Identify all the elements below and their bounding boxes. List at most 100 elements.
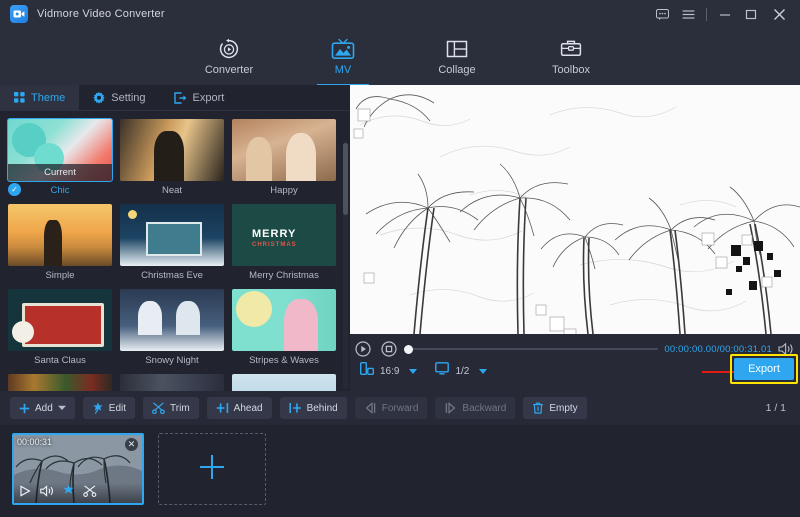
close-icon[interactable] — [764, 0, 794, 28]
theme-item-partial[interactable] — [232, 374, 336, 391]
theme-selected-check-icon: ✓ — [8, 183, 21, 196]
seek-handle[interactable] — [404, 345, 413, 354]
button-label: Backward — [462, 403, 506, 414]
collage-icon — [446, 36, 468, 61]
theme-item-partial[interactable] — [8, 374, 112, 391]
titlebar-separator — [706, 8, 707, 21]
app-title: Vidmore Video Converter — [37, 8, 165, 20]
seek-slider[interactable] — [404, 342, 658, 356]
theme-item-simple[interactable]: Simple — [8, 204, 112, 283]
button-label: Add — [35, 403, 53, 414]
theme-item-neat[interactable]: Neat — [120, 119, 224, 198]
theme-thumbnail — [232, 204, 336, 266]
theme-row: Simple Christmas Eve Merry Christmas — [8, 204, 340, 283]
gear-icon — [93, 92, 105, 104]
chevron-down-icon[interactable] — [479, 369, 487, 374]
theme-thumbnail — [120, 204, 224, 266]
stop-button[interactable] — [376, 341, 402, 357]
clip-duration: 00:00:31 — [17, 437, 52, 447]
subtab-theme[interactable]: Theme — [0, 85, 79, 110]
scissors-icon[interactable] — [83, 484, 97, 502]
subtab-label: Theme — [31, 92, 65, 104]
subtab-setting[interactable]: Setting — [79, 85, 159, 110]
magic-wand-icon[interactable] — [62, 484, 75, 502]
menu-icon[interactable] — [675, 0, 701, 28]
panel-subtabs: Theme Setting Export — [0, 85, 350, 111]
tab-label: MV — [335, 64, 352, 76]
theme-art — [232, 289, 336, 351]
backward-button[interactable]: Backward — [435, 397, 515, 419]
plus-icon — [19, 403, 30, 414]
theme-label: Chic — [8, 185, 112, 198]
theme-item-snowy-night[interactable]: Snowy Night — [120, 289, 224, 368]
play-icon[interactable] — [19, 484, 32, 502]
app-logo — [10, 5, 28, 23]
preview-frame — [350, 85, 800, 334]
chevron-down-icon[interactable] — [58, 405, 66, 411]
theme-thumbnail — [120, 119, 224, 181]
theme-item-merry-christmas[interactable]: Merry Christmas — [232, 204, 336, 283]
plus-icon — [198, 453, 226, 486]
volume-icon[interactable] — [40, 484, 54, 502]
application-window: Vidmore Video Converter — [0, 0, 800, 517]
theme-item-happy[interactable]: Happy — [232, 119, 336, 198]
theme-label: Christmas Eve — [120, 270, 224, 283]
button-label: Behind — [307, 403, 338, 414]
add-button[interactable]: Add — [10, 397, 75, 419]
play-button[interactable] — [350, 341, 376, 357]
theme-thumbnail — [232, 289, 336, 351]
subtab-export[interactable]: Export — [160, 85, 239, 110]
minimize-icon[interactable] — [712, 0, 738, 28]
page-counter: 1 / 1 — [766, 391, 786, 425]
edit-button[interactable]: Edit — [83, 397, 135, 419]
theme-thumbnail: Current — [8, 119, 112, 181]
button-label: Ahead — [234, 403, 263, 414]
theme-item-santa-claus[interactable]: Santa Claus — [8, 289, 112, 368]
video-preview[interactable] — [350, 85, 800, 334]
scissors-icon — [152, 402, 165, 414]
forward-button[interactable]: Forward — [355, 397, 428, 419]
maximize-icon[interactable] — [738, 0, 764, 28]
title-bar: Vidmore Video Converter — [0, 0, 800, 28]
chevron-down-icon[interactable] — [409, 369, 417, 374]
aspect-ratio-selector[interactable]: 16:9 — [360, 362, 417, 380]
theme-item-stripes-waves[interactable]: Stripes & Waves — [232, 289, 336, 368]
theme-current-badge: Current — [8, 164, 112, 181]
theme-thumbnail — [120, 374, 224, 391]
theme-item-partial[interactable] — [120, 374, 224, 391]
theme-item-chic[interactable]: Current Chic — [8, 119, 112, 198]
tab-label: Toolbox — [552, 64, 590, 76]
behind-button[interactable]: Behind — [280, 397, 347, 419]
trim-button[interactable]: Trim — [143, 397, 199, 419]
theme-grid[interactable]: Current Chic ✓ Neat Happy — [0, 111, 350, 391]
timeline-clip[interactable]: 00:00:31 ✕ — [12, 433, 144, 505]
feedback-icon[interactable] — [649, 0, 675, 28]
export-button[interactable]: Export — [734, 358, 794, 380]
theme-art — [8, 204, 112, 266]
move-backward-icon — [444, 402, 457, 414]
button-label: Empty — [549, 403, 577, 414]
theme-row: Current Chic ✓ Neat Happy — [8, 119, 340, 198]
tab-collage[interactable]: Collage — [417, 33, 497, 76]
theme-art — [8, 289, 112, 351]
tab-toolbox[interactable]: Toolbox — [531, 33, 611, 76]
empty-button[interactable]: Empty — [523, 397, 586, 419]
tab-mv[interactable]: MV — [303, 33, 383, 76]
add-clip-button[interactable] — [158, 433, 266, 505]
theme-item-christmas-eve[interactable]: Christmas Eve — [120, 204, 224, 283]
theme-label: Stripes & Waves — [232, 355, 336, 368]
player-controls: 00:00:00.00/00:00:31.01 16:9 1/2 — [350, 334, 800, 391]
theme-art — [232, 204, 336, 266]
magic-wand-icon — [92, 402, 104, 414]
button-label: Trim — [170, 403, 190, 414]
theme-label: Happy — [232, 185, 336, 198]
ahead-button[interactable]: Ahead — [207, 397, 272, 419]
theme-scrollbar[interactable] — [343, 143, 348, 215]
theme-thumbnail — [232, 119, 336, 181]
insert-behind-icon — [289, 402, 302, 414]
theme-label: Simple — [8, 270, 112, 283]
clip-close-icon[interactable]: ✕ — [125, 438, 138, 451]
tab-converter[interactable]: Converter — [189, 33, 269, 76]
theme-art — [120, 374, 224, 391]
screen-split-selector[interactable]: 1/2 — [435, 362, 487, 380]
